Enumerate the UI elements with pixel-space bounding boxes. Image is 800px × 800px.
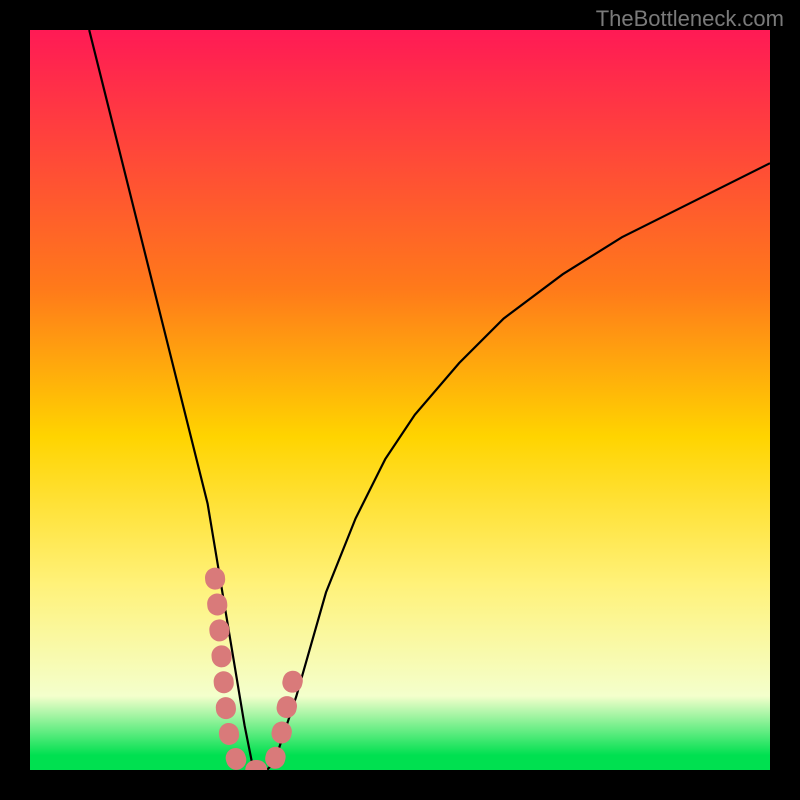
watermark-text: TheBottleneck.com <box>596 6 784 32</box>
chart-area <box>30 30 770 770</box>
chart-frame <box>30 30 770 770</box>
chart-svg <box>30 30 770 770</box>
gradient-background <box>30 30 770 770</box>
